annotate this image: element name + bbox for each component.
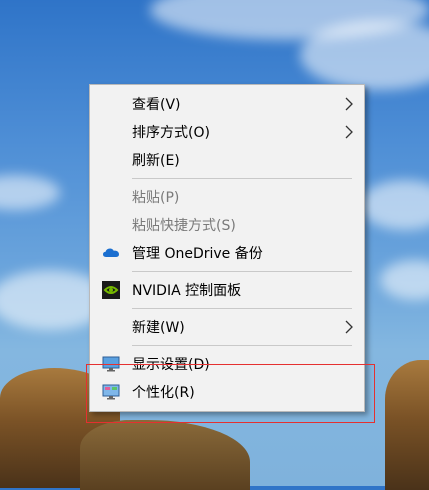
menu-separator <box>132 178 352 179</box>
menu-item-paste[interactable]: 粘贴(P) <box>90 184 364 210</box>
chevron-right-icon <box>345 125 353 139</box>
menu-item-label: 粘贴快捷方式(S) <box>132 218 236 234</box>
menu-item-view[interactable]: 查看(V) <box>90 91 364 117</box>
menu-item-new[interactable]: 新建(W) <box>90 314 364 340</box>
menu-item-label: 粘贴(P) <box>132 190 180 206</box>
menu-item-label: NVIDIA 控制面板 <box>132 283 242 299</box>
menu-item-refresh[interactable]: 刷新(E) <box>90 147 364 173</box>
menu-separator <box>132 308 352 309</box>
menu-item-label: 刷新(E) <box>132 153 180 169</box>
menu-item-label: 排序方式(O) <box>132 125 210 141</box>
menu-item-onedrive-backup[interactable]: 管理 OneDrive 备份 <box>90 240 364 266</box>
chevron-right-icon <box>345 97 353 111</box>
menu-item-label: 查看(V) <box>132 97 181 113</box>
menu-item-label: 管理 OneDrive 备份 <box>132 246 263 262</box>
menu-item-nvidia-control-panel[interactable]: NVIDIA 控制面板 <box>90 277 364 303</box>
highlight-annotation-box <box>86 364 375 423</box>
onedrive-cloud-icon <box>103 248 119 257</box>
chevron-right-icon <box>345 320 353 334</box>
menu-item-label: 新建(W) <box>132 320 185 336</box>
menu-separator <box>132 271 352 272</box>
menu-item-sort-by[interactable]: 排序方式(O) <box>90 119 364 145</box>
nvidia-icon <box>102 281 120 299</box>
menu-item-paste-shortcut[interactable]: 粘贴快捷方式(S) <box>90 212 364 238</box>
desktop-context-menu: 查看(V) 排序方式(O) 刷新(E) 粘贴(P) 粘贴快捷方式(S) 管理 O… <box>89 84 365 412</box>
menu-separator <box>132 345 352 346</box>
